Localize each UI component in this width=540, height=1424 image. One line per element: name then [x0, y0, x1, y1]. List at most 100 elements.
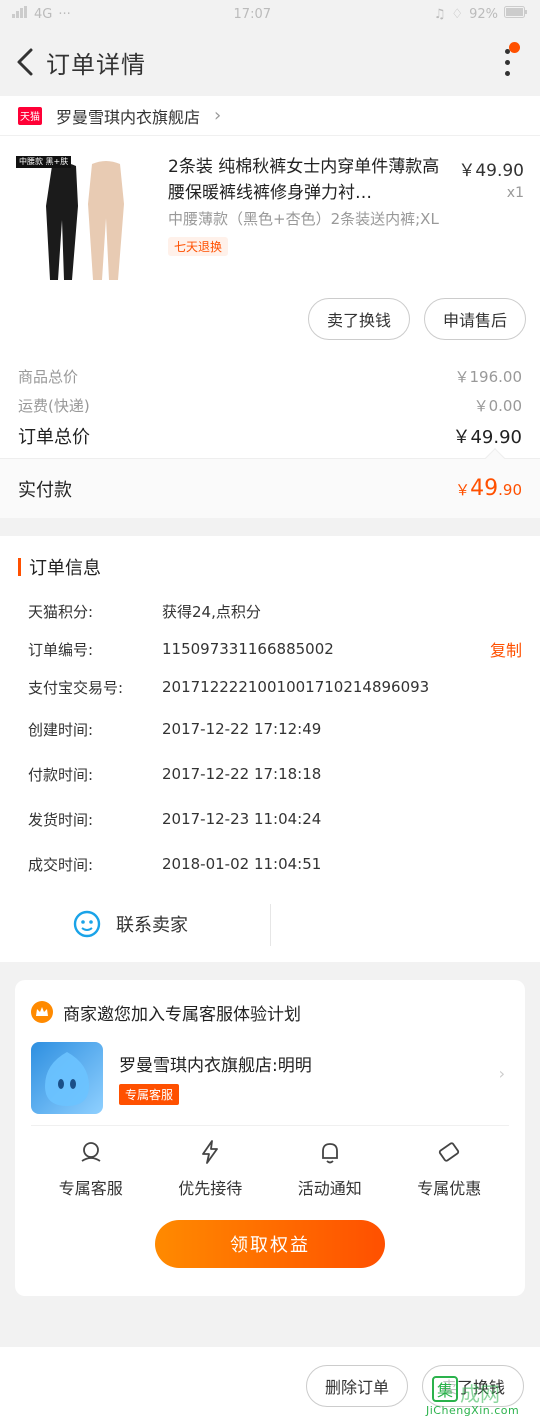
paid-currency: ￥ — [455, 481, 471, 499]
signal-icon — [12, 6, 28, 22]
info-key: 创建时间: — [28, 720, 94, 739]
paid-integer: 49 — [470, 476, 499, 501]
shipping-label: 运费(快递) — [18, 397, 90, 415]
perk-label: 专属客服 — [58, 1179, 123, 1198]
product-item[interactable]: 中腰款 黑+肤 2条装 纯棉秋裤女士内穿单件薄款高腰保暖裤线裤修身弹力衬… 中腰… — [0, 136, 540, 292]
status-bar: 4G ··· 17:07 ♫ ♢ 92% — [0, 0, 540, 28]
agent-tag: 专属客服 — [119, 1083, 180, 1105]
info-key: 订单编号: — [28, 640, 94, 659]
crown-icon — [31, 1001, 53, 1023]
order-info-row: 创建时间: 2017-12-22 17:12:49 — [28, 706, 522, 752]
info-key: 成交时间: — [28, 855, 94, 874]
agent-name: 罗曼雪琪内衣旗舰店:明明 — [119, 1055, 312, 1076]
info-value: 2018-01-02 11:04:51 — [162, 855, 322, 873]
info-value: 获得24,点积分 — [162, 602, 261, 621]
store-name: 罗曼雪琪内衣旗舰店 — [56, 107, 201, 127]
order-info-section: 订单信息 天猫积分: 获得24,点积分订单编号: 11509733116688500… — [0, 536, 540, 962]
order-info-title: 订单信息 — [29, 558, 101, 579]
info-value: 2017-12-22 17:18:18 — [162, 765, 322, 783]
store-link[interactable]: 天猫 罗曼雪琪内衣旗舰店 › — [0, 96, 540, 136]
info-value: 115097331166885002 — [162, 640, 334, 658]
contact-seller-label: 联系卖家 — [116, 915, 188, 936]
order-info-row: 支付宝交易号: 2017122221001001710214896093 — [28, 668, 522, 706]
product-qty: x1 — [506, 185, 524, 201]
chat-bubble-icon — [73, 910, 101, 938]
order-card: 天猫 罗曼雪琪内衣旗舰店 › 中腰款 黑+肤 2条装 纯棉秋裤女士内穿单件薄款高… — [0, 96, 540, 518]
bell-icon: ♢ — [451, 6, 464, 22]
more-dot-icon — [504, 59, 510, 65]
order-info-row: 天猫积分: 获得24,点积分 — [28, 592, 522, 630]
headset-icon: ♫ — [433, 6, 446, 22]
battery-icon — [503, 6, 528, 22]
shipping-value: ￥0.00 — [473, 397, 522, 415]
paid-amount: ￥49.90 — [455, 476, 522, 501]
watermark-logo: 集 — [432, 1376, 458, 1402]
watermark-url: JiChengXin.com — [426, 1404, 520, 1417]
divider — [270, 904, 271, 946]
service-tag: 七天退换 — [168, 237, 229, 256]
headset-icon — [81, 1142, 101, 1162]
perk-label: 专属优惠 — [417, 1179, 482, 1198]
copy-button[interactable]: 复制 — [490, 637, 522, 661]
paid-row: 实付款 ￥49.90 — [0, 448, 540, 518]
product-sku: 中腰薄款（黑色+杏色）2条装送内裤;XL — [168, 210, 439, 228]
info-value: 2017-12-22 17:12:49 — [162, 720, 322, 738]
price-summary: 商品总价 ￥196.00 运费(快递) ￥0.00 订单总价 ￥49.90 — [0, 360, 540, 458]
order-info-list: 天猫积分: 获得24,点积分订单编号: 115097331166885002 复制支付… — [0, 580, 540, 886]
bell-icon — [321, 1143, 338, 1164]
chevron-left-icon — [17, 48, 33, 76]
agent-row[interactable]: 罗曼雪琪内衣旗舰店:明明 专属客服 › — [31, 1030, 509, 1126]
order-info-row: 发货时间: 2017-12-23 11:04:24 — [28, 796, 522, 842]
network-label: 4G — [34, 6, 53, 22]
info-key: 付款时间: — [28, 765, 94, 784]
after-sale-button[interactable]: 申请售后 — [423, 298, 526, 340]
image-tag: 中腰款 黑+肤 — [16, 156, 72, 168]
section-accent-bar — [18, 558, 21, 576]
info-value: 2017-12-23 11:04:24 — [162, 810, 322, 828]
watermark-text: 成网 — [460, 1382, 500, 1406]
product-title: 2条装 纯棉秋裤女士内穿单件薄款高腰保暖裤线裤修身弹力衬… — [168, 157, 440, 203]
goods-total-label: 商品总价 — [18, 368, 79, 386]
perk-priority: 优先接待 — [155, 1139, 265, 1199]
tmall-icon: 天猫 — [18, 106, 42, 125]
lightning-icon — [202, 1140, 219, 1164]
claim-benefits-button[interactable]: 领取权益 — [155, 1220, 385, 1268]
order-info-row: 付款时间: 2017-12-22 17:18:18 — [28, 752, 522, 796]
coupon-icon — [439, 1142, 460, 1162]
more-menu-button[interactable] — [492, 42, 522, 82]
back-button[interactable] — [10, 42, 40, 82]
perk-dedicated-service: 专属客服 — [36, 1139, 146, 1199]
chevron-right-icon: › — [214, 105, 222, 126]
vip-title: 商家邀您加入专属客服体验计划 — [63, 1004, 301, 1025]
perk-notification: 活动通知 — [275, 1139, 385, 1199]
contact-seller-button[interactable]: 联系卖家 — [72, 909, 188, 939]
perk-label: 活动通知 — [297, 1179, 362, 1198]
goods-total-value: ￥196.00 — [454, 368, 523, 386]
battery-level: 92% — [469, 6, 498, 22]
watermark: 集 成网 JiChengXin.com — [424, 1374, 534, 1420]
chevron-right-icon: › — [498, 1064, 505, 1083]
perk-discount: 专属优惠 — [394, 1139, 504, 1199]
info-key: 天猫积分: — [28, 602, 94, 621]
paid-label: 实付款 — [18, 479, 72, 501]
more-dot-icon — [504, 70, 510, 76]
order-info-row: 成交时间: 2018-01-02 11:04:51 — [28, 842, 522, 886]
agent-avatar — [31, 1041, 103, 1114]
delete-order-button[interactable]: 删除订单 — [305, 1364, 408, 1407]
product-price: ￥49.90 — [458, 161, 524, 181]
product-image: 中腰款 黑+肤 — [14, 154, 152, 292]
notification-dot — [509, 42, 520, 53]
order-total-label: 订单总价 — [18, 427, 90, 448]
info-value: 2017122221001001710214896093 — [162, 678, 430, 696]
sell-item-button[interactable]: 卖了换钱 — [307, 298, 410, 340]
wifi-icon: ··· — [58, 6, 71, 22]
info-key: 发货时间: — [28, 810, 94, 829]
page-title: 订单详情 — [46, 50, 146, 79]
perk-label: 优先接待 — [178, 1179, 243, 1198]
nav-header: 订单详情 — [0, 28, 540, 96]
status-time: 17:07 — [233, 6, 271, 22]
paid-decimal: .90 — [498, 481, 522, 499]
order-total-value: ￥49.90 — [452, 427, 522, 448]
info-key: 支付宝交易号: — [28, 678, 124, 697]
order-info-row: 订单编号: 115097331166885002 复制 — [28, 630, 522, 668]
